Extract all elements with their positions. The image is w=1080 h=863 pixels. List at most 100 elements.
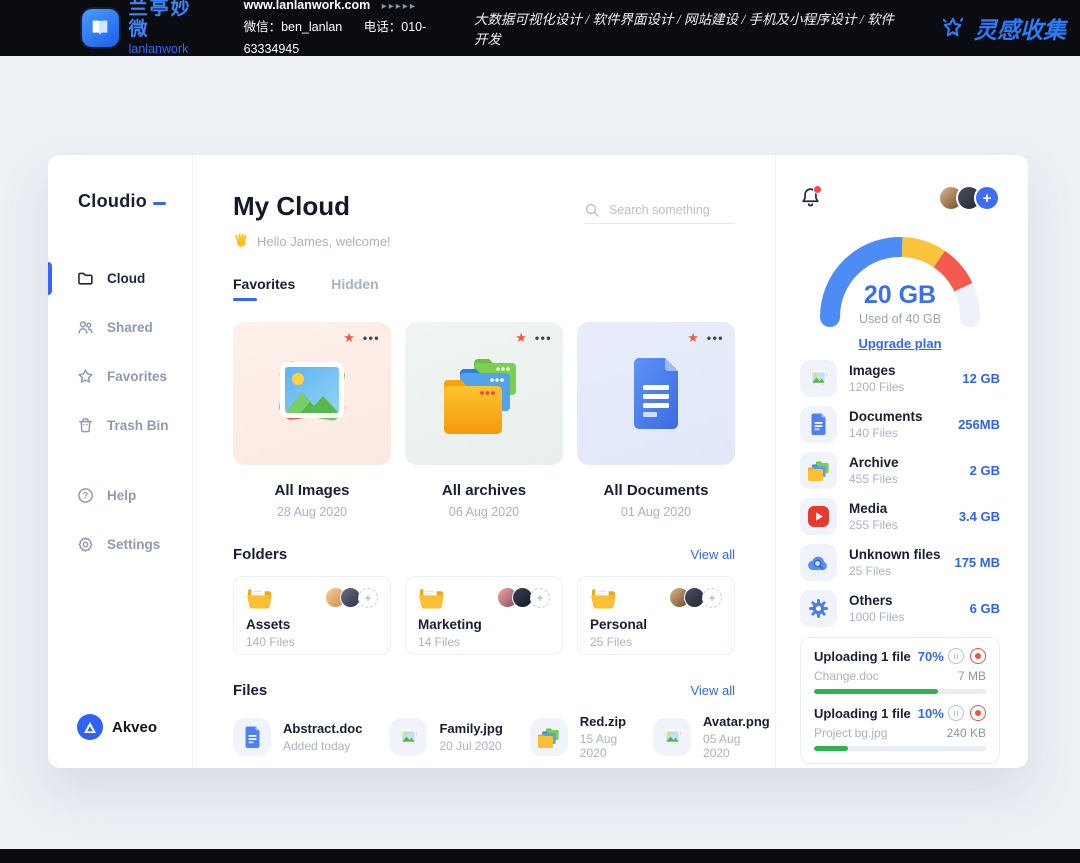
page-bottom-strip <box>0 849 1080 863</box>
sidebar-item-label: Settings <box>107 537 160 552</box>
trash-icon <box>77 417 94 434</box>
sparkle-star-icon <box>940 15 966 41</box>
storage-gauge: 20 GB Used of 40 GB Upgrade plan <box>820 235 980 353</box>
folders-row: + Assets 140 Files + Marketing 14 Files <box>233 576 735 655</box>
more-options-icon[interactable]: ••• <box>707 332 724 344</box>
more-options-icon[interactable]: ••• <box>363 332 380 344</box>
sidebar-item-label: Cloud <box>107 271 145 286</box>
file-item-abstract-doc[interactable]: Abstract.doc Added today <box>233 714 362 760</box>
favorite-cards: ★ ••• <box>233 322 735 519</box>
category-row-images[interactable]: Images1200 Files 12 GB <box>800 355 1000 401</box>
sidebar-item-help[interactable]: ? Help <box>48 471 192 520</box>
upload-filename: Change.doc <box>814 669 879 683</box>
upload-progress-bar <box>814 689 986 694</box>
cancel-upload-icon[interactable] <box>970 648 986 664</box>
favorite-star-icon[interactable]: ★ <box>343 331 355 344</box>
sidebar: Cloudio Cloud Shared Favorites Trash Bin… <box>48 155 193 768</box>
search-box[interactable] <box>585 197 735 224</box>
arrows-decoration: ▸▸▸▸▸ <box>382 1 417 12</box>
add-member-button[interactable]: + <box>530 588 550 608</box>
folders-view-all-link[interactable]: View all <box>690 547 735 562</box>
pause-upload-icon[interactable] <box>948 648 964 664</box>
tabs: Favorites Hidden <box>233 276 735 301</box>
favorite-star-icon[interactable]: ★ <box>687 331 699 344</box>
open-folder-icon <box>418 587 445 610</box>
file-item-avatar-png[interactable]: Avatar.png 05 Aug 2020 <box>653 714 770 760</box>
files-heading: Files <box>233 682 267 699</box>
add-member-button[interactable]: + <box>702 588 722 608</box>
category-row-media[interactable]: Media255 Files 3.4 GB <box>800 493 1000 539</box>
storage-panel: + 20 GB Used of 40 GB Upgrade plan Image… <box>775 155 1028 768</box>
files-row: Abstract.doc Added today Family.jpg 20 J… <box>233 714 735 760</box>
add-user-button[interactable]: + <box>974 185 1000 211</box>
sidebar-item-label: Trash Bin <box>107 418 169 433</box>
files-view-all-link[interactable]: View all <box>690 683 735 698</box>
tab-hidden[interactable]: Hidden <box>331 276 378 301</box>
akveo-brand[interactable]: Akveo <box>77 714 157 740</box>
sidebar-item-trash-bin[interactable]: Trash Bin <box>48 401 192 450</box>
card-all-documents[interactable]: ★ ••• All Documents 01 Aug 2020 <box>577 322 735 519</box>
add-member-button[interactable]: + <box>358 588 378 608</box>
category-size: 2 GB <box>970 463 1000 478</box>
category-row-others[interactable]: Others1000 Files 6 GB <box>800 585 1000 631</box>
open-folder-icon <box>246 587 273 610</box>
greeting: Hello James, welcome! <box>233 233 391 249</box>
banner-collect-brand: 灵感收集 <box>940 11 1066 45</box>
star-icon <box>77 368 94 385</box>
more-options-icon[interactable]: ••• <box>535 332 552 344</box>
tab-favorites[interactable]: Favorites <box>233 276 295 301</box>
card-all-archives[interactable]: ★ ••• All archives 06 Aug 2020 <box>405 322 563 519</box>
image-icon <box>662 727 683 748</box>
cloud-search-icon <box>807 554 830 571</box>
document-icon <box>243 726 262 749</box>
category-row-unknown-files[interactable]: Unknown files25 Files 175 MB <box>800 539 1000 585</box>
nav-divider-gap <box>48 450 192 471</box>
upgrade-plan-link[interactable]: Upgrade plan <box>820 336 980 351</box>
gear-icon <box>77 536 94 553</box>
banner-logo-subtitle: lanlanwork <box>129 43 210 57</box>
folder-card-personal[interactable]: + Personal 25 Files <box>577 576 735 655</box>
uploads-card: Uploading 1 file 70% Change.doc 7 MB Upl… <box>800 637 1000 764</box>
sidebar-item-settings[interactable]: Settings <box>48 520 192 569</box>
sidebar-item-shared[interactable]: Shared <box>48 303 192 352</box>
favorite-star-icon[interactable]: ★ <box>515 331 527 344</box>
category-size: 175 MB <box>954 555 1000 570</box>
zip-folders-icon <box>808 460 830 481</box>
upload-item: Uploading 1 file 70% Change.doc 7 MB <box>814 648 986 694</box>
banner-wechat: 微信：ben_lanlan <box>244 20 343 34</box>
logo-dash-decoration <box>153 202 166 205</box>
category-row-archive[interactable]: Archive455 Files 2 GB <box>800 447 1000 493</box>
waving-hand-icon <box>233 233 249 249</box>
search-input[interactable] <box>607 202 733 218</box>
folders-heading: Folders <box>233 546 287 563</box>
banner-url: www.lanlanwork.com <box>244 0 371 12</box>
storage-used-value: 20 GB <box>820 281 980 310</box>
promo-banner: 兰亭妙微 lanlanwork www.lanlanwork.com ▸▸▸▸▸… <box>0 0 1080 56</box>
sidebar-item-cloud[interactable]: Cloud <box>48 254 192 303</box>
sidebar-item-favorites[interactable]: Favorites <box>48 352 192 401</box>
file-item-red-zip[interactable]: Red.zip 15 Aug 2020 <box>530 714 626 760</box>
cancel-upload-icon[interactable] <box>970 705 986 721</box>
app-logo: Cloudio <box>48 191 192 212</box>
upload-filesize: 240 KB <box>947 726 986 740</box>
folder-icon <box>77 270 94 287</box>
document-icon <box>625 357 687 431</box>
file-item-family-jpg[interactable]: Family.jpg 20 Jul 2020 <box>389 714 502 760</box>
people-icon <box>77 319 94 336</box>
card-all-images[interactable]: ★ ••• <box>233 322 391 519</box>
folder-card-marketing[interactable]: + Marketing 14 Files <box>405 576 563 655</box>
svg-text:?: ? <box>83 490 89 500</box>
sidebar-item-label: Help <box>107 488 136 503</box>
sidebar-nav: Cloud Shared Favorites Trash Bin ? Help <box>48 254 192 569</box>
category-row-documents[interactable]: Documents140 Files 256MB <box>800 401 1000 447</box>
pause-upload-icon[interactable] <box>948 705 964 721</box>
upload-filesize: 7 MB <box>958 669 986 683</box>
folder-card-assets[interactable]: + Assets 140 Files <box>233 576 391 655</box>
notifications-bell-icon[interactable] <box>800 186 822 210</box>
category-size: 256MB <box>958 417 1000 432</box>
image-icon <box>398 727 419 748</box>
gear-icon <box>808 598 829 619</box>
upload-percent: 70% <box>918 649 944 664</box>
greeting-text: Hello James, welcome! <box>257 234 391 249</box>
sidebar-item-label: Shared <box>107 320 153 335</box>
